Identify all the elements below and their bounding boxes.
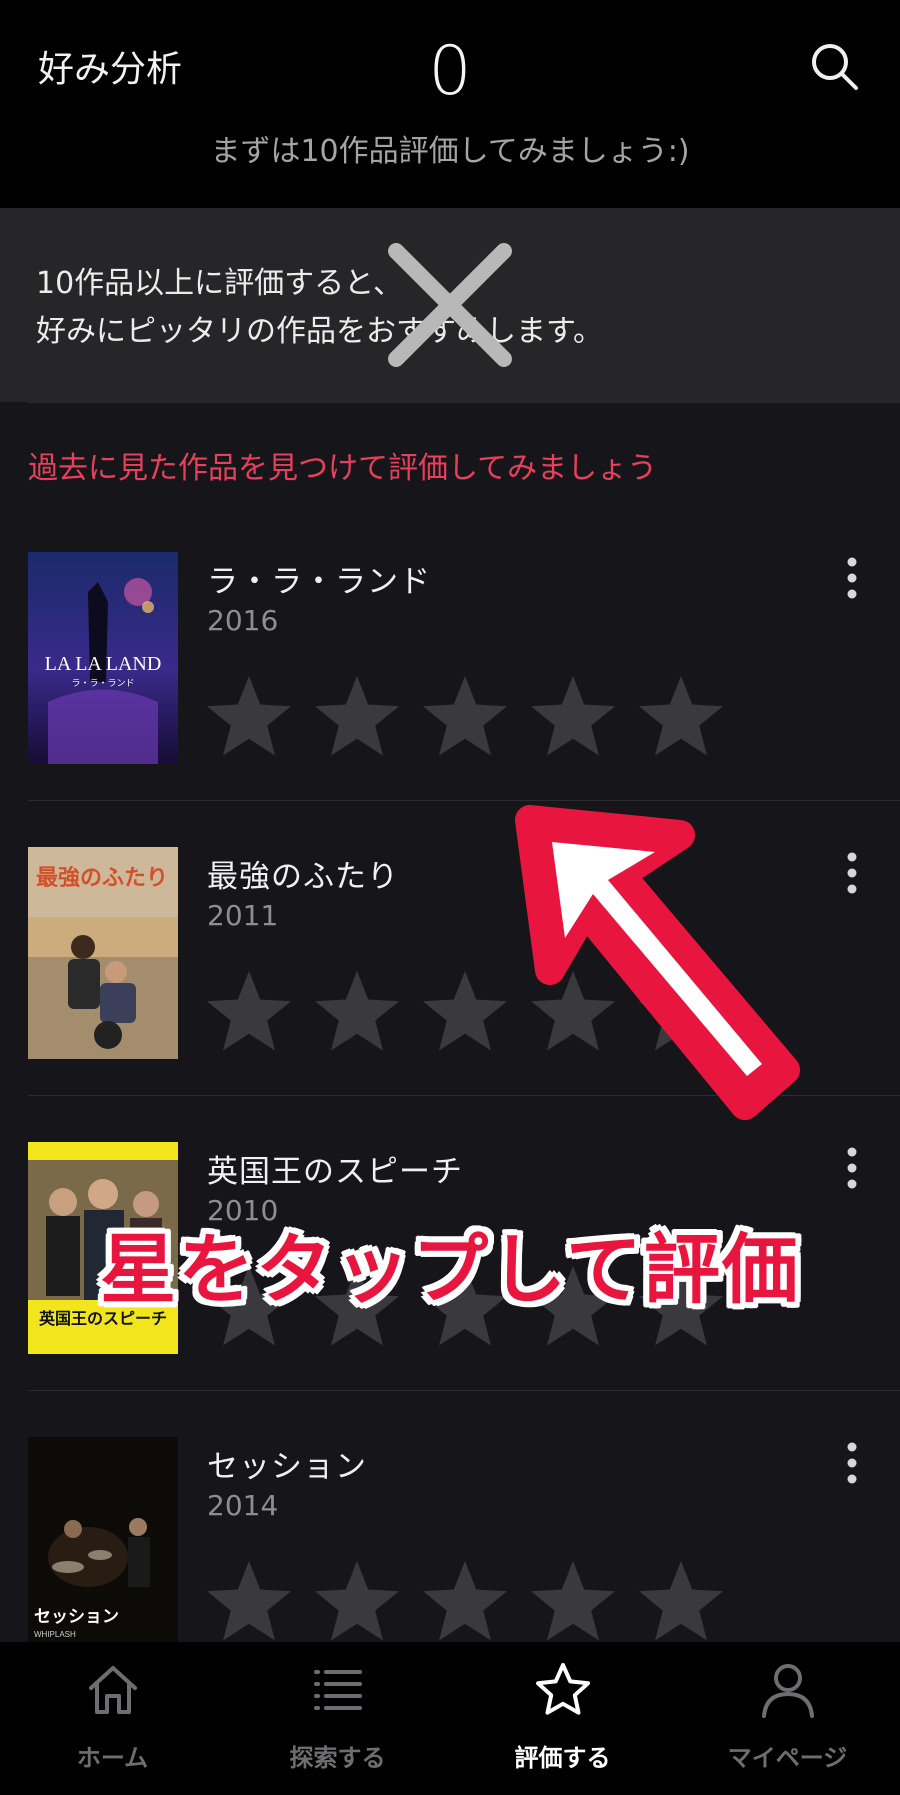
movie-title[interactable]: 英国王のスピーチ — [207, 1146, 463, 1191]
poster-title: セッション — [34, 1607, 119, 1627]
tab-label: 探索する — [289, 1744, 386, 1772]
tab-home[interactable]: ホーム — [0, 1642, 225, 1795]
movie-title[interactable]: セッション — [207, 1441, 367, 1486]
movie-year: 2014 — [207, 1489, 279, 1522]
movie-title[interactable]: 最強のふたり — [207, 851, 399, 896]
close-icon[interactable] — [0, 208, 900, 402]
movie-year: 2011 — [207, 899, 279, 932]
list-icon — [314, 1670, 362, 1710]
rating-star-icon[interactable] — [312, 1559, 402, 1645]
tab-label: マイページ — [727, 1744, 848, 1772]
star-rating — [204, 674, 764, 764]
person-icon — [762, 1664, 814, 1718]
rating-star-icon[interactable] — [204, 969, 294, 1055]
movie-poster[interactable]: 最強のふたり — [28, 847, 178, 1059]
more-options-icon[interactable] — [828, 554, 876, 602]
rating-star-icon[interactable] — [528, 674, 618, 760]
poster-subtitle: WHIPLASH — [34, 1630, 76, 1639]
poster-subtitle: ラ・ラ・ランド — [71, 678, 134, 689]
annotation-arrow-icon — [515, 805, 800, 1120]
more-options-icon[interactable] — [828, 849, 876, 897]
rating-star-icon[interactable] — [636, 674, 726, 760]
tab-mypage[interactable]: マイページ — [675, 1642, 900, 1795]
rating-star-icon[interactable] — [528, 1559, 618, 1645]
rating-star-icon[interactable] — [312, 969, 402, 1055]
movie-title[interactable]: ラ・ラ・ランド — [207, 556, 431, 601]
rating-star-icon[interactable] — [312, 674, 402, 760]
rating-star-icon[interactable] — [204, 1559, 294, 1645]
tab-label: 評価する — [514, 1744, 611, 1772]
star-rating — [204, 1559, 764, 1649]
annotation-caption: 星をタップして評価 — [100, 1225, 800, 1314]
search-icon[interactable] — [808, 40, 860, 92]
divider — [28, 402, 900, 403]
star-icon — [536, 1663, 590, 1715]
rating-prompt: 過去に見た作品を見つけて評価してみましょう — [28, 451, 658, 486]
more-options-icon[interactable] — [828, 1439, 876, 1487]
poster-title: LA LA LAND — [45, 653, 162, 675]
more-options-icon[interactable] — [828, 1144, 876, 1192]
bottom-tab-bar: ホーム 探索する 評価する マイページ — [0, 1642, 900, 1795]
rating-goal-text: まずは10作品評価してみましょう:) — [210, 134, 690, 169]
rating-star-icon[interactable] — [204, 674, 294, 760]
rated-count: 0 — [428, 32, 472, 111]
home-icon — [89, 1666, 137, 1714]
rating-star-icon[interactable] — [636, 1559, 726, 1645]
divider — [28, 1390, 900, 1391]
tab-rate[interactable]: 評価する — [450, 1642, 675, 1795]
rating-star-icon[interactable] — [420, 1559, 510, 1645]
tab-explore[interactable]: 探索する — [225, 1642, 450, 1795]
poster-title: 最強のふたり — [36, 865, 168, 891]
header: 好み分析 0 まずは10作品評価してみましょう:) — [0, 0, 900, 208]
tab-label: ホーム — [76, 1744, 149, 1772]
rating-star-icon[interactable] — [420, 674, 510, 760]
movie-poster[interactable]: LA LA LAND ラ・ラ・ランド — [28, 552, 178, 764]
movie-poster[interactable]: セッション WHIPLASH — [28, 1437, 178, 1649]
movie-year: 2016 — [207, 604, 279, 637]
